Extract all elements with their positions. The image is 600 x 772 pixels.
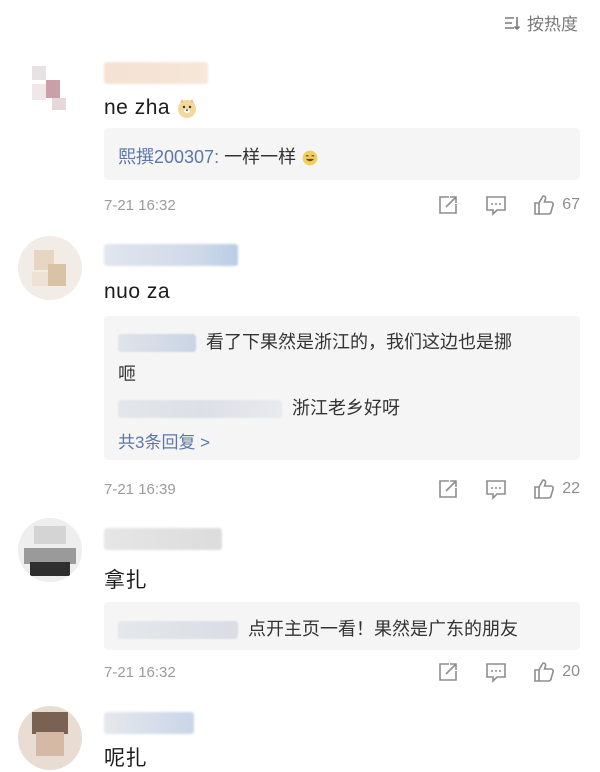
timestamp: 7-21 16:39 — [104, 480, 176, 498]
username-redacted[interactable] — [104, 528, 222, 550]
comment-icon[interactable] — [484, 477, 508, 501]
comment-icon[interactable] — [484, 660, 508, 684]
reply-text-continued: 咂 — [118, 364, 136, 384]
reply-text: 一样一样 — [224, 147, 297, 167]
laugh-emoji-icon — [302, 150, 318, 166]
comment-text: ne zha — [104, 96, 198, 120]
avatar[interactable] — [18, 236, 82, 300]
reply-username-redacted[interactable] — [118, 334, 196, 353]
timestamp: 7-21 16:32 — [104, 663, 176, 681]
timestamp: 7-21 16:32 — [104, 196, 176, 214]
like-button[interactable]: 20 — [532, 660, 580, 684]
like-button[interactable]: 22 — [532, 477, 580, 501]
like-count: 22 — [562, 480, 580, 497]
sort-by-hot-button[interactable]: 按热度 — [503, 10, 578, 35]
reply-username[interactable]: 熙撰200307 — [118, 147, 214, 167]
reply-preview[interactable]: 熙撰200307: 一样一样 — [104, 128, 580, 180]
like-count: 20 — [562, 663, 580, 680]
avatar[interactable] — [18, 518, 82, 582]
like-icon — [534, 195, 555, 215]
sort-label: 按热度 — [527, 15, 578, 34]
comment-text: 呢扎 — [104, 747, 147, 770]
more-replies-link[interactable]: 共3条回复 > — [118, 428, 566, 453]
reply-username-redacted[interactable] — [118, 400, 282, 419]
reply-username-redacted[interactable] — [118, 621, 238, 640]
share-icon[interactable] — [436, 477, 460, 501]
share-icon[interactable] — [436, 660, 460, 684]
like-icon — [534, 662, 555, 682]
avatar[interactable] — [18, 706, 82, 770]
sort-icon — [505, 16, 521, 30]
reply-preview[interactable]: 点开主页一看！果然是广东的朋友 — [104, 602, 580, 650]
comment-text: 拿扎 — [104, 569, 147, 592]
avatar[interactable] — [18, 56, 82, 120]
reply-text: 浙江老乡好呀 — [292, 398, 400, 418]
username-redacted[interactable] — [104, 712, 194, 734]
reply-preview[interactable]: 看了下果然是浙江的，我们这边也是挪 咂 浙江老乡好呀 共3条回复 > — [104, 316, 580, 460]
like-count: 67 — [562, 196, 580, 213]
reply-text: 看了下果然是浙江的，我们这边也是挪 — [206, 332, 512, 352]
comment-icon[interactable] — [484, 193, 508, 217]
doge-emoji-icon — [178, 99, 197, 119]
comment-text: nuo za — [104, 280, 171, 303]
reply-text: 点开主页一看！果然是广东的朋友 — [248, 619, 518, 639]
username-redacted[interactable] — [104, 244, 238, 266]
share-icon[interactable] — [436, 193, 460, 217]
like-button[interactable]: 67 — [532, 193, 580, 217]
like-icon — [534, 479, 555, 499]
username-redacted[interactable] — [104, 62, 208, 84]
